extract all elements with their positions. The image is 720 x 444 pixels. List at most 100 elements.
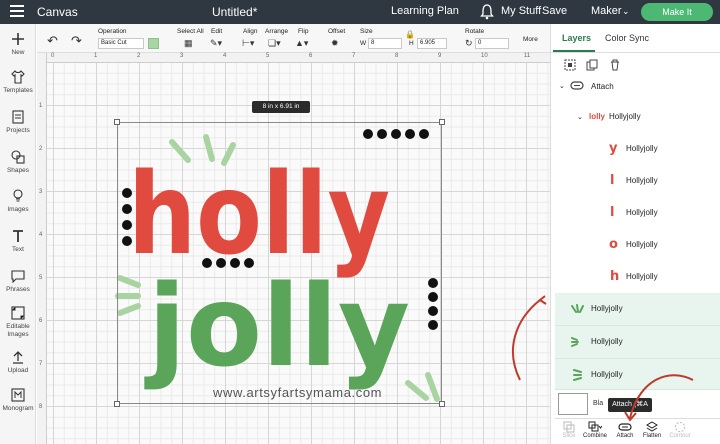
sidebar-item-label: Phrases [6,286,30,293]
divider [551,52,720,53]
sidebar-item-text[interactable]: Text [0,229,36,254]
layer-name: Hollyjolly [626,176,658,185]
ruler-tick-label: 1 [94,53,98,59]
layer-name: Hollyjolly [591,337,623,346]
edit-label: Edit [211,28,223,35]
sidebar-item-label: Templates [3,87,33,94]
sidebar-item-shapes[interactable]: Shapes [0,150,36,175]
sparkle-layer-icon [571,337,579,347]
blank-canvas-swatch[interactable] [558,393,588,415]
ruler-tick-label: 5 [39,275,43,281]
select-all-icon[interactable]: ▦ [184,38,193,49]
sidebar-item-phrases[interactable]: Phrases [0,269,36,294]
projects-icon [12,110,24,124]
layer-thumbnail: y [609,141,618,156]
height-field[interactable]: 6.905 [417,38,447,49]
layer-row-selected[interactable]: Hollyjolly [555,326,720,359]
design-panel-sidebar: New Templates Projects Shapes Images Tex… [0,24,36,444]
layer-name: Hollyjolly [626,144,658,153]
chevron-down-icon[interactable]: ⌄ [577,113,583,121]
rotate-label: Rotate [465,28,485,35]
flip-icon[interactable]: ▲▾ [295,38,308,49]
sidebar-item-monogram[interactable]: Monogram [0,388,36,413]
width-label: W [360,40,367,47]
layer-name: Hollyjolly [591,370,623,379]
ruler-tick-label: 9 [438,53,442,59]
app-title: Canvas [37,5,78,19]
layer-row[interactable]: h Hollyjolly [597,261,720,293]
combine-button[interactable]: Combine [581,421,609,439]
save-button[interactable]: Save [542,5,567,17]
sidebar-item-projects[interactable]: Projects [0,110,36,135]
sidebar-item-templates[interactable]: Templates [0,70,36,95]
duplicate-icon[interactable] [586,59,598,71]
select-all-label: Select All [177,28,204,35]
tab-color-sync[interactable]: Color Sync [605,33,649,43]
sidebar-item-upload[interactable]: Upload [0,350,36,375]
resize-handle-bottom-right[interactable] [439,401,445,407]
resize-handle-bottom-left[interactable] [114,401,120,407]
blank-canvas-label: Bla [593,400,604,407]
group-icon[interactable] [564,59,576,71]
document-title[interactable]: Untitled* [212,5,257,19]
layer-row[interactable]: l Hollyjolly [597,165,720,197]
bell-icon[interactable] [480,4,494,20]
layer-row-selected[interactable]: Hollyjolly [555,293,720,326]
layer-row[interactable]: o Hollyjolly [597,229,720,261]
sidebar-item-new[interactable]: New [0,32,36,57]
monogram-icon [11,388,25,402]
redo-icon[interactable]: ↷ [71,33,82,49]
trash-icon[interactable] [609,59,621,71]
tab-layers[interactable]: Layers [562,33,591,43]
layer-group-row[interactable]: ⌄ lolly Hollyjolly [567,101,720,133]
resize-handle-top-left[interactable] [114,119,120,125]
menu-icon[interactable] [10,5,24,19]
selection-bounding-box[interactable] [117,122,442,404]
align-label: Align [243,28,258,35]
layer-row-selected[interactable]: Hollyjolly [555,359,720,390]
my-stuff-link[interactable]: My Stuff [501,5,541,17]
chevron-down-icon[interactable]: ⌄ [559,82,565,90]
rotate-field[interactable]: 0 [475,38,509,49]
color-swatch[interactable] [148,38,159,49]
width-field[interactable]: 8 [368,38,402,49]
attach-button[interactable]: Attach [611,421,639,439]
attach-tooltip: Attach (⌘A [608,398,652,412]
rotate-icon[interactable]: ↻ [465,38,473,49]
offset-icon[interactable]: ✹ [331,38,339,49]
sidebar-item-label: Editable Images [6,323,30,338]
align-icon[interactable]: ⊢▾ [242,38,254,49]
attach-group-row[interactable]: ⌄ Attach [557,71,720,101]
chevron-down-icon[interactable]: ⌄ [622,6,630,17]
editable-images-icon [11,306,25,320]
layer-name: Hollyjolly [591,304,623,313]
more-button[interactable]: More [523,36,538,43]
text-icon [13,230,23,242]
size-label: Size [360,28,373,35]
contour-button[interactable]: Contour [666,421,694,439]
layer-row[interactable]: y Hollyjolly [597,133,720,165]
slice-button[interactable]: Slice [555,421,583,439]
layer-row[interactable]: l Hollyjolly [597,197,720,229]
arrange-icon[interactable]: ❏▾ [268,38,281,49]
make-it-button[interactable]: Make It [641,3,713,21]
flatten-button[interactable]: Flatten [638,421,666,439]
operation-select[interactable]: Basic Cut [98,38,144,49]
ruler-tick-label: 0 [51,53,55,59]
lock-icon[interactable]: 🔒 [405,30,415,39]
layer-name: Hollyjolly [626,272,658,281]
layer-name: Hollyjolly [626,208,658,217]
learning-plan-link[interactable]: Learning Plan [391,5,459,17]
sidebar-item-images[interactable]: Images [0,189,36,214]
sidebar-item-editable-images[interactable]: Editable Images [0,306,36,339]
undo-icon[interactable]: ↶ [47,33,58,49]
resize-handle-top-right[interactable] [439,119,445,125]
ruler-tick-label: 3 [39,189,43,195]
height-label: H [409,40,414,47]
flip-label: Flip [298,28,309,35]
arrange-label: Arrange [265,28,289,35]
pencil-icon[interactable]: ✎▾ [210,38,222,49]
layer-thumbnail: o [609,237,618,252]
machine-select[interactable]: Maker [591,5,622,17]
slice-icon [563,421,575,433]
